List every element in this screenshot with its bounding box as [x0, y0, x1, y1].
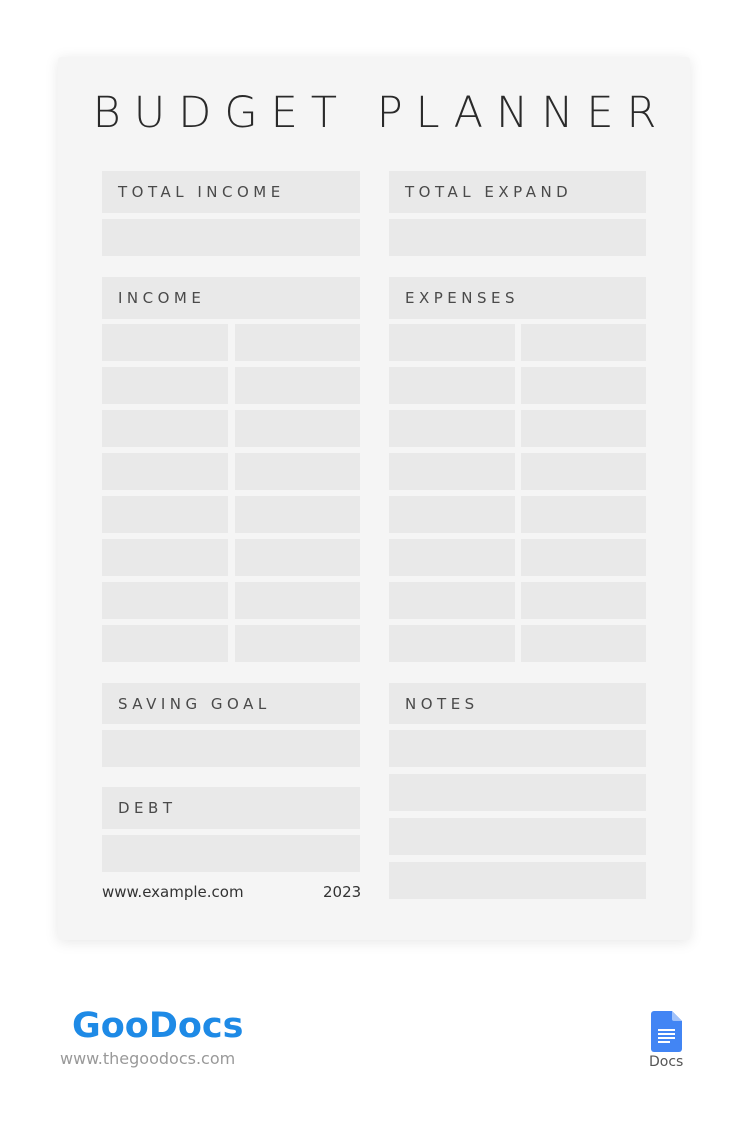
income-source-cell[interactable] [102, 625, 228, 662]
income-amount-cell[interactable] [235, 367, 360, 404]
saving-goal-field[interactable] [102, 730, 360, 767]
debt-header: DEBT [102, 787, 360, 829]
expense-item-cell[interactable] [389, 324, 515, 361]
income-header: INCOME [102, 277, 360, 319]
expenses-header: EXPENSES [389, 277, 646, 319]
total-expand-field[interactable] [389, 219, 646, 256]
saving-goal-header: SAVING GOAL [102, 683, 360, 724]
expense-item-cell[interactable] [389, 410, 515, 447]
income-source-cell[interactable] [102, 324, 228, 361]
total-expand-header: TOTAL EXPAND [389, 171, 646, 213]
expense-item-cell[interactable] [389, 496, 515, 533]
income-source-cell[interactable] [102, 367, 228, 404]
goodocs-logo: GooDocs [72, 1006, 244, 1046]
expense-item-cell[interactable] [389, 367, 515, 404]
footer-year: 2023 [323, 883, 362, 901]
expense-amount-cell[interactable] [521, 496, 646, 533]
google-docs-icon [651, 1011, 682, 1052]
income-amount-cell[interactable] [235, 410, 360, 447]
income-source-cell[interactable] [102, 539, 228, 576]
income-source-cell[interactable] [102, 453, 228, 490]
income-amount-cell[interactable] [235, 496, 360, 533]
notes-line[interactable] [389, 730, 646, 767]
income-amount-cell[interactable] [235, 582, 360, 619]
total-income-header: TOTAL INCOME [102, 171, 360, 213]
income-source-cell[interactable] [102, 582, 228, 619]
notes-line[interactable] [389, 818, 646, 855]
docs-label: Docs [649, 1054, 684, 1070]
notes-line[interactable] [389, 862, 646, 899]
expense-amount-cell[interactable] [521, 539, 646, 576]
page-title: BUDGET PLANNER [92, 88, 670, 138]
debt-field[interactable] [102, 835, 360, 872]
expense-amount-cell[interactable] [521, 582, 646, 619]
income-source-cell[interactable] [102, 410, 228, 447]
expense-item-cell[interactable] [389, 582, 515, 619]
total-income-field[interactable] [102, 219, 360, 256]
income-amount-cell[interactable] [235, 324, 360, 361]
footer-website: www.example.com [102, 883, 244, 901]
expense-item-cell[interactable] [389, 539, 515, 576]
income-amount-cell[interactable] [235, 453, 360, 490]
income-amount-cell[interactable] [235, 539, 360, 576]
expense-amount-cell[interactable] [521, 625, 646, 662]
expense-amount-cell[interactable] [521, 367, 646, 404]
brand-url: www.thegoodocs.com [60, 1049, 236, 1068]
income-amount-cell[interactable] [235, 625, 360, 662]
notes-header: NOTES [389, 683, 646, 724]
expense-amount-cell[interactable] [521, 324, 646, 361]
expense-item-cell[interactable] [389, 453, 515, 490]
expense-amount-cell[interactable] [521, 453, 646, 490]
notes-line[interactable] [389, 774, 646, 811]
expense-item-cell[interactable] [389, 625, 515, 662]
income-source-cell[interactable] [102, 496, 228, 533]
expense-amount-cell[interactable] [521, 410, 646, 447]
